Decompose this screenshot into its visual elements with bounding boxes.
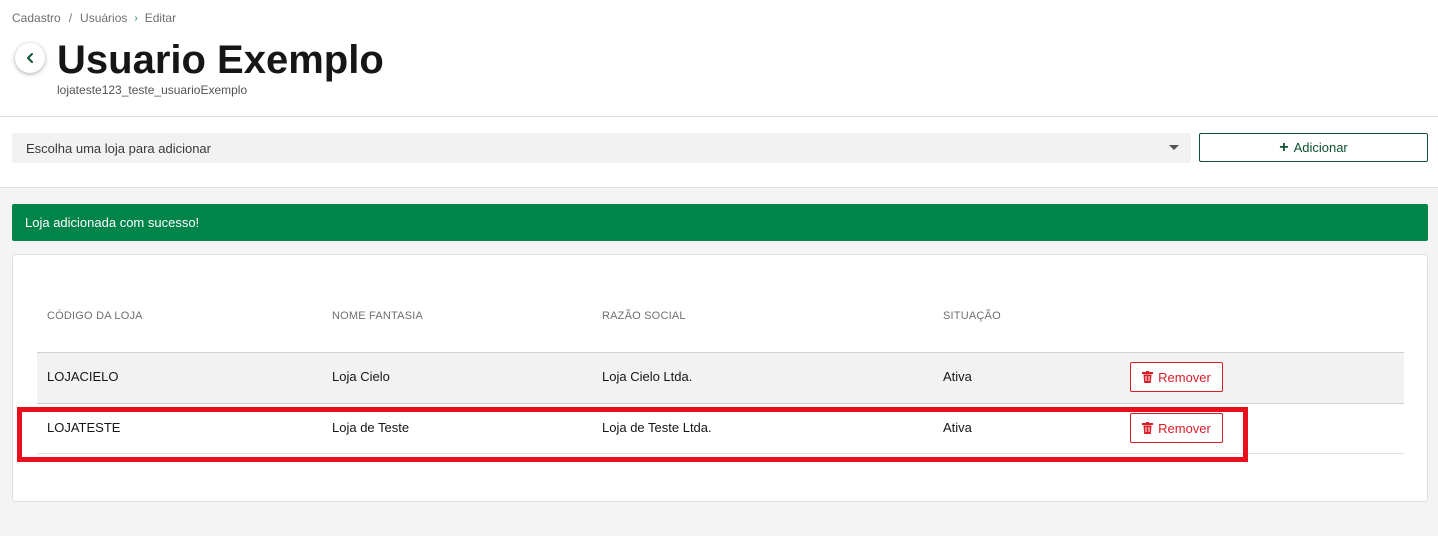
table-row: LOJATESTE Loja de Teste Loja de Teste Lt…	[37, 403, 1404, 454]
table-row: LOJACIELO Loja Cielo Loja Cielo Ltda. At…	[37, 352, 1404, 403]
breadcrumb-item-editar: Editar	[144, 11, 177, 25]
trash-icon	[1142, 422, 1154, 434]
cell-status: Ativa	[943, 420, 972, 435]
page-header: Cadastro / Usuários › Editar Usuario Exe…	[0, 0, 1438, 117]
breadcrumb-item-usuarios[interactable]: Usuários	[80, 11, 127, 25]
cell-name: Loja Cielo	[332, 369, 390, 384]
remove-button-label: Remover	[1158, 420, 1211, 436]
column-header-company: RAZÃO SOCIAL	[602, 310, 686, 322]
page-subtitle: lojateste123_teste_usuarioExemplo	[57, 83, 248, 97]
cell-code: LOJACIELO	[47, 369, 119, 384]
stores-table-card: CÓDIGO DA LOJA NOME FANTASIA RAZÃO SOCIA…	[12, 254, 1428, 502]
column-header-status: SITUAÇÃO	[943, 310, 1001, 322]
store-select[interactable]: Escolha uma loja para adicionar	[12, 133, 1191, 163]
trash-icon	[1142, 371, 1154, 383]
breadcrumb-separator: /	[68, 11, 73, 25]
remove-button[interactable]: Remover	[1130, 413, 1223, 443]
column-header-code: CÓDIGO DA LOJA	[47, 310, 143, 322]
add-button-label: Adicionar	[1293, 140, 1348, 155]
breadcrumb: Cadastro / Usuários › Editar	[12, 11, 176, 25]
breadcrumb-item-cadastro[interactable]: Cadastro	[12, 11, 61, 25]
page-title: Usuario Exemplo	[57, 38, 384, 82]
breadcrumb-chevron-icon: ›	[134, 12, 138, 24]
cell-status: Ativa	[943, 369, 972, 384]
remove-button-label: Remover	[1158, 369, 1211, 385]
caret-down-icon	[1169, 145, 1179, 150]
plus-icon: +	[1279, 139, 1289, 156]
store-toolbar: Escolha uma loja para adicionar + Adicio…	[0, 117, 1438, 188]
add-button[interactable]: + Adicionar	[1199, 133, 1428, 162]
success-notification: Loja adicionada com sucesso!	[12, 204, 1428, 241]
column-header-name: NOME FANTASIA	[332, 310, 424, 322]
cell-company: Loja de Teste Ltda.	[602, 420, 712, 435]
remove-button[interactable]: Remover	[1130, 362, 1223, 392]
cell-company: Loja Cielo Ltda.	[602, 369, 693, 384]
notification-message: Loja adicionada com sucesso!	[25, 215, 200, 230]
cell-name: Loja de Teste	[332, 420, 410, 435]
store-select-placeholder: Escolha uma loja para adicionar	[26, 140, 211, 156]
chevron-left-icon	[27, 53, 33, 63]
cell-code: LOJATESTE	[47, 420, 121, 435]
back-button[interactable]	[15, 43, 45, 73]
